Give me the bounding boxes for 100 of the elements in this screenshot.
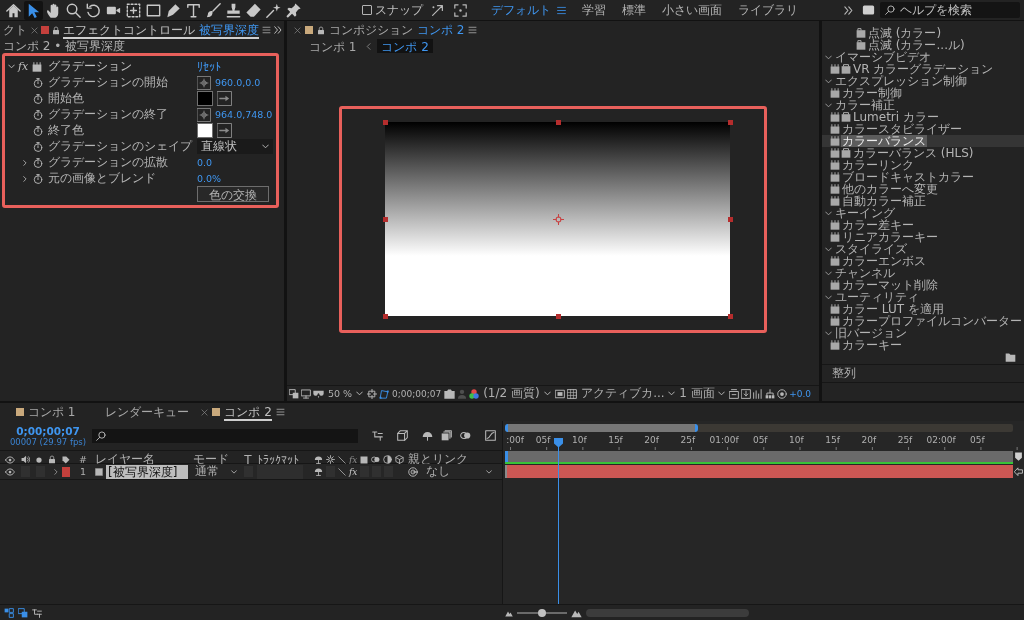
menu-icon[interactable] <box>557 5 566 15</box>
parent-dropdown[interactable]: なし <box>424 464 494 479</box>
point-value[interactable]: 960.0,0.0 <box>215 77 261 88</box>
breadcrumb-tab[interactable]: コンポ 2 <box>377 39 433 53</box>
layer-duration-bar[interactable] <box>505 464 1013 478</box>
chevron-down-icon[interactable] <box>8 63 15 70</box>
workspace-tab[interactable]: デフォルト <box>491 1 551 19</box>
lock-icon[interactable] <box>52 25 60 35</box>
stopwatch-icon[interactable] <box>33 109 43 120</box>
effect-item[interactable]: VR カラーグラデーション <box>822 63 1024 75</box>
number-value[interactable]: 0.0 <box>197 157 213 168</box>
close-icon[interactable] <box>294 26 301 34</box>
branch-icon[interactable] <box>372 430 383 441</box>
point-value[interactable]: 964.0,748.0 <box>215 109 273 120</box>
transform-handle[interactable] <box>383 313 388 319</box>
crosshair-square-icon[interactable] <box>367 388 377 399</box>
camera-icon[interactable] <box>444 388 456 399</box>
tree-category[interactable]: ユーティリティ <box>822 291 1024 303</box>
panel-tab[interactable]: コンポ 1 <box>28 403 76 421</box>
download-box-icon[interactable] <box>741 388 752 399</box>
timecode[interactable]: 0;00;00;07 <box>392 388 442 399</box>
chevron-right-icon[interactable] <box>22 175 28 182</box>
camera-dropdown[interactable]: アクティブカ... <box>579 386 676 401</box>
workspace-tab[interactable]: ライブラリ <box>738 1 798 19</box>
hierarchy-icon[interactable] <box>765 388 776 399</box>
window-icon[interactable] <box>729 388 740 399</box>
workspace-tab[interactable]: 標準 <box>622 1 646 19</box>
branch-icon[interactable] <box>32 607 42 618</box>
effect-item[interactable]: Lumetri カラー <box>822 111 1024 123</box>
color-swatch[interactable] <box>197 123 213 138</box>
stopwatch-icon[interactable] <box>33 141 43 152</box>
stacked-squares-icon[interactable] <box>18 607 28 618</box>
transform-handle[interactable] <box>555 119 561 125</box>
stopwatch-icon[interactable] <box>33 157 43 168</box>
effect-item[interactable]: カラースタビライザー <box>822 123 1024 135</box>
anchor-point-icon[interactable] <box>552 213 564 225</box>
tree-category[interactable]: キーイング <box>822 207 1024 219</box>
grid-icon[interactable] <box>567 388 578 399</box>
crosshair-icon[interactable] <box>197 75 211 90</box>
transform-handle[interactable] <box>383 216 388 222</box>
panel-tab[interactable]: レンダーキュー <box>105 403 190 421</box>
effect-item[interactable]: カラー制御 <box>822 87 1024 99</box>
stacked-squares-icon[interactable] <box>289 388 299 399</box>
preset-item[interactable]: 点滅 (カラー) <box>822 27 1024 39</box>
stopwatch-icon[interactable] <box>33 93 43 104</box>
mode-dropdown[interactable]: 通常 <box>193 464 239 479</box>
tree-category[interactable]: イマーシブビデオ <box>822 51 1024 63</box>
transform-handle[interactable] <box>383 119 388 125</box>
transform-handle[interactable] <box>555 313 561 319</box>
stacked-frames-icon[interactable] <box>441 430 452 441</box>
effect-item[interactable]: カラー LUT を適用 <box>822 303 1024 315</box>
close-icon[interactable] <box>31 26 38 34</box>
eye-icon[interactable] <box>5 466 15 477</box>
panel-tab[interactable]: コンポ 2 <box>224 403 272 421</box>
preset-item[interactable]: 点滅 (カラー...ル) <box>822 39 1024 51</box>
graph-editor-icon[interactable] <box>485 430 496 441</box>
view-layout-dropdown[interactable]: 1 画面 <box>677 386 728 401</box>
layer-name-field[interactable]: [被写界深度] <box>106 464 188 479</box>
panel-tab[interactable]: エフェクトコントロール 被写界深度 <box>63 21 259 39</box>
workspace-tab[interactable]: 学習 <box>582 1 606 19</box>
path-icon[interactable] <box>379 388 389 399</box>
effect-item[interactable]: カラープロファイルコンバーター <box>822 315 1024 327</box>
tree-category[interactable]: カラー補正 <box>822 99 1024 111</box>
stopwatch-icon[interactable] <box>33 173 43 184</box>
overlapping-circles-icon[interactable] <box>460 430 471 441</box>
swap-colors-button[interactable]: 色の交換 <box>197 186 269 202</box>
zoom-dropdown[interactable]: 50 % <box>326 386 365 401</box>
shape-dropdown[interactable]: 直線状 <box>197 139 273 154</box>
effect-toggle[interactable]: fx <box>18 60 29 73</box>
color-swatch[interactable] <box>197 91 213 106</box>
transform-handle[interactable] <box>728 119 733 125</box>
pin-icon[interactable] <box>284 0 303 20</box>
effect-item[interactable]: カラー差キー <box>822 219 1024 231</box>
number-value[interactable]: 0.0% <box>197 173 222 184</box>
lock-icon[interactable] <box>317 25 325 35</box>
slider-thumb[interactable] <box>538 608 546 617</box>
framed-square-icon[interactable] <box>555 388 566 399</box>
horizontal-scrollbar[interactable] <box>586 608 749 617</box>
color-circles-icon[interactable] <box>469 388 480 399</box>
breadcrumb-tab[interactable]: コンポ 1 <box>305 39 361 53</box>
arrow-tab-icon[interactable] <box>1014 466 1023 476</box>
effect-item[interactable]: リニアカラーキー <box>822 231 1024 243</box>
target-icon[interactable] <box>777 388 788 399</box>
panel-tab[interactable]: コンポジション コンポ 2 <box>329 21 465 39</box>
bar-chart-icon[interactable] <box>753 388 764 399</box>
effect-item[interactable]: カラーキー <box>822 339 1024 351</box>
double-chevron-icon[interactable] <box>844 5 853 15</box>
chevron-right-icon[interactable] <box>22 159 28 166</box>
tree-category[interactable]: エクスプレッション制御 <box>822 75 1024 87</box>
double-chevron-icon[interactable] <box>274 26 282 34</box>
squares-icon[interactable] <box>4 607 14 618</box>
cube-icon[interactable] <box>397 430 408 441</box>
expand-arrow-icon[interactable] <box>431 3 444 17</box>
workspace-tab[interactable]: 小さい画面 <box>662 1 722 19</box>
current-time[interactable]: 0;00;00;07 <box>6 424 90 437</box>
umbrella-icon[interactable] <box>422 430 433 441</box>
snap-checkbox[interactable] <box>362 5 372 15</box>
crosshair-icon[interactable] <box>197 107 211 122</box>
stopwatch-icon[interactable] <box>33 77 43 88</box>
exposure-value[interactable]: +0.0 <box>789 388 812 399</box>
